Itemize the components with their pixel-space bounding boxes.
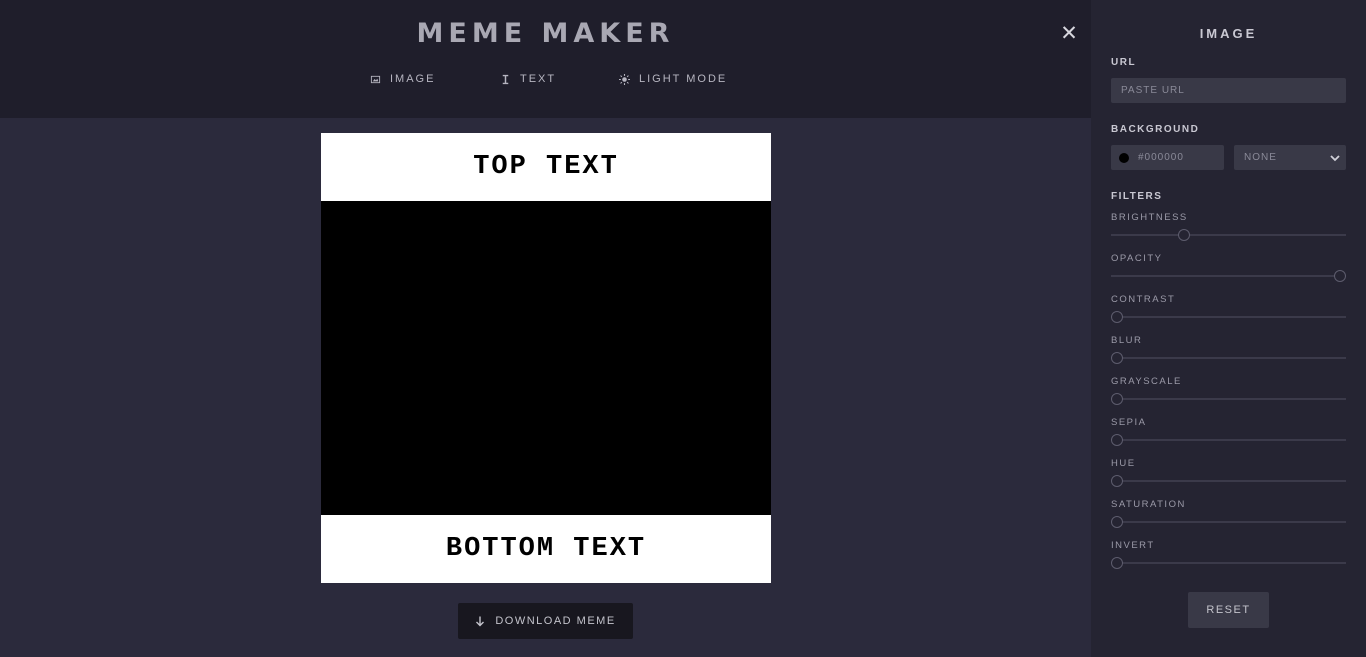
arrow-down-icon: [476, 616, 485, 626]
filters-label: FILTERS: [1111, 191, 1163, 202]
download-meme-button[interactable]: DOWNLOAD MEME: [458, 603, 633, 639]
filter-label-sepia: SEPIA: [1111, 417, 1147, 428]
nav-image-label: IMAGE: [390, 73, 436, 85]
filter-label-brightness: BRIGHTNESS: [1111, 212, 1188, 223]
nav-text[interactable]: TEXT: [500, 71, 556, 87]
slider-thumb[interactable]: [1111, 557, 1123, 569]
filter-slider-blur[interactable]: [1111, 352, 1346, 364]
slider-track: [1111, 439, 1346, 441]
color-swatch: [1119, 152, 1129, 163]
filter-slider-saturation[interactable]: [1111, 516, 1346, 528]
slider-thumb[interactable]: [1111, 516, 1123, 528]
filter-slider-sepia[interactable]: [1111, 434, 1346, 446]
reset-button[interactable]: RESET: [1188, 592, 1269, 628]
filter-slider-invert[interactable]: [1111, 557, 1346, 569]
slider-track: [1111, 316, 1346, 318]
filter-slider-brightness[interactable]: [1111, 229, 1346, 241]
sidebar-title: IMAGE: [1199, 26, 1258, 41]
nav-text-label: TEXT: [520, 73, 557, 85]
background-select-value: NONE: [1244, 152, 1277, 163]
meme-top-text[interactable]: TOP TEXT: [321, 133, 771, 201]
slider-track: [1111, 275, 1346, 277]
filter-label-blur: BLUR: [1111, 335, 1143, 346]
url-label: URL: [1111, 57, 1137, 68]
filter-slider-hue[interactable]: [1111, 475, 1346, 487]
nav-image[interactable]: IMAGE: [370, 71, 435, 87]
filter-slider-grayscale[interactable]: [1111, 393, 1346, 405]
slider-track: [1111, 398, 1346, 400]
filter-label-saturation: SATURATION: [1111, 499, 1186, 510]
header: MEME MAKER IMAGE TEXT LIGHT MODE ✕: [0, 0, 1091, 118]
slider-thumb[interactable]: [1111, 475, 1123, 487]
slider-track: [1111, 357, 1346, 359]
slider-thumb[interactable]: [1111, 352, 1123, 364]
slider-thumb[interactable]: [1111, 434, 1123, 446]
filter-label-opacity: OPACITY: [1111, 253, 1163, 264]
filter-label-grayscale: GRAYSCALE: [1111, 376, 1182, 387]
background-select[interactable]: NONE: [1234, 145, 1346, 170]
slider-thumb[interactable]: [1111, 311, 1123, 323]
filter-label-invert: INVERT: [1111, 540, 1155, 551]
url-input[interactable]: [1111, 78, 1346, 103]
nav-light-mode[interactable]: LIGHT MODE: [619, 71, 727, 87]
chevron-down-icon: [1330, 154, 1340, 161]
background-color-value: #000000: [1138, 152, 1184, 163]
slider-track: [1111, 562, 1346, 564]
sidebar: IMAGE URL BACKGROUND #000000 NONE FILTER…: [1091, 0, 1366, 657]
meme-canvas: TOP TEXT BOTTOM TEXT: [321, 133, 771, 583]
filter-slider-contrast[interactable]: [1111, 311, 1346, 323]
filter-label-hue: HUE: [1111, 458, 1136, 469]
meme-bottom-text[interactable]: BOTTOM TEXT: [321, 515, 771, 583]
filter-slider-opacity[interactable]: [1111, 270, 1346, 282]
slider-thumb[interactable]: [1178, 229, 1190, 241]
filter-label-contrast: CONTRAST: [1111, 294, 1176, 305]
slider-thumb[interactable]: [1111, 393, 1123, 405]
background-color-field[interactable]: #000000: [1111, 145, 1224, 170]
image-icon: [370, 75, 381, 83]
close-button[interactable]: ✕: [1058, 21, 1080, 45]
app-title: MEME MAKER: [416, 18, 675, 49]
text-cursor-icon: [502, 74, 509, 84]
background-label: BACKGROUND: [1111, 124, 1200, 135]
close-icon: ✕: [1060, 21, 1078, 45]
slider-track: [1111, 480, 1346, 482]
slider-thumb[interactable]: [1334, 270, 1346, 282]
nav-light-mode-label: LIGHT MODE: [639, 73, 728, 85]
download-meme-label: DOWNLOAD MEME: [495, 615, 616, 627]
slider-track: [1111, 234, 1346, 236]
sun-icon: [619, 73, 630, 85]
slider-track: [1111, 521, 1346, 523]
